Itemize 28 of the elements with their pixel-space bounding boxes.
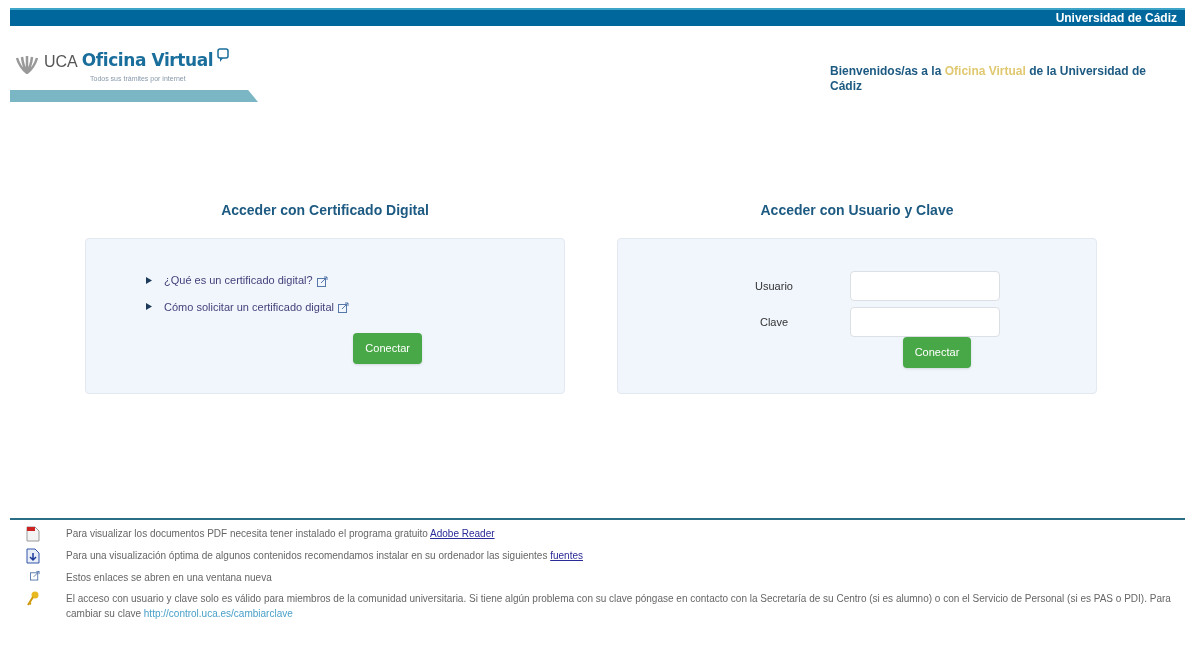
field-label: Clave xyxy=(758,314,790,330)
info-note: Estos enlaces se abren en una ventana nueva xyxy=(66,571,272,585)
university-name: Universidad de Cádiz xyxy=(1055,10,1177,27)
external-link-icon xyxy=(30,570,40,581)
input-field[interactable] xyxy=(850,271,1000,301)
pdf-document-icon xyxy=(26,526,40,542)
note-link[interactable]: Adobe Reader xyxy=(430,528,495,539)
external-link-icon xyxy=(316,275,328,287)
speech-bubble-icon xyxy=(217,48,230,64)
welcome-message: Bienvenidos/as a la Oficina Virtual de la Universidad de Cádiz xyxy=(830,64,1147,95)
external-link-icon xyxy=(337,302,349,314)
info-link[interactable]: Cómo solicitar un certificado digital xyxy=(164,298,349,315)
field-label: Usuario xyxy=(754,278,794,294)
panel-heading: Acceder con Certificado Digital xyxy=(221,201,429,220)
key-icon xyxy=(26,591,40,607)
panel-heading: Acceder con Usuario y Clave xyxy=(760,201,954,220)
info-link[interactable]: ¿Qué es un certificado digital? xyxy=(164,272,328,289)
info-note: Para una visualización óptima de algunos contenidos recomendamos instalar en su ordenador las siguientes fuentes xyxy=(66,549,583,563)
note-link[interactable]: fuentes xyxy=(550,550,583,561)
info-note: Para visualizar los documentos PDF necesita tener instalado el programa gratuito Adobe Reader xyxy=(66,527,495,541)
document-download-icon xyxy=(26,548,40,564)
logo-plant-icon xyxy=(14,55,40,74)
bullet-icon xyxy=(146,276,152,284)
info-note: El acceso con usuario y clave solo es válido para miembros de la comunidad universitaria. Si tiene algún problema con su clave póngase en contacto con la Secretaría de su Centro (si es alumno) o con el Servicio de Personal (si es PAS o PDI). Para cambiar su clave http://control.uca.es/cambiarclave xyxy=(66,592,1172,621)
bullet-icon xyxy=(146,303,152,311)
input-field[interactable] xyxy=(850,307,1000,337)
logo-mark: UCA xyxy=(44,51,78,72)
logo-title: Oficina Virtual xyxy=(81,49,214,72)
